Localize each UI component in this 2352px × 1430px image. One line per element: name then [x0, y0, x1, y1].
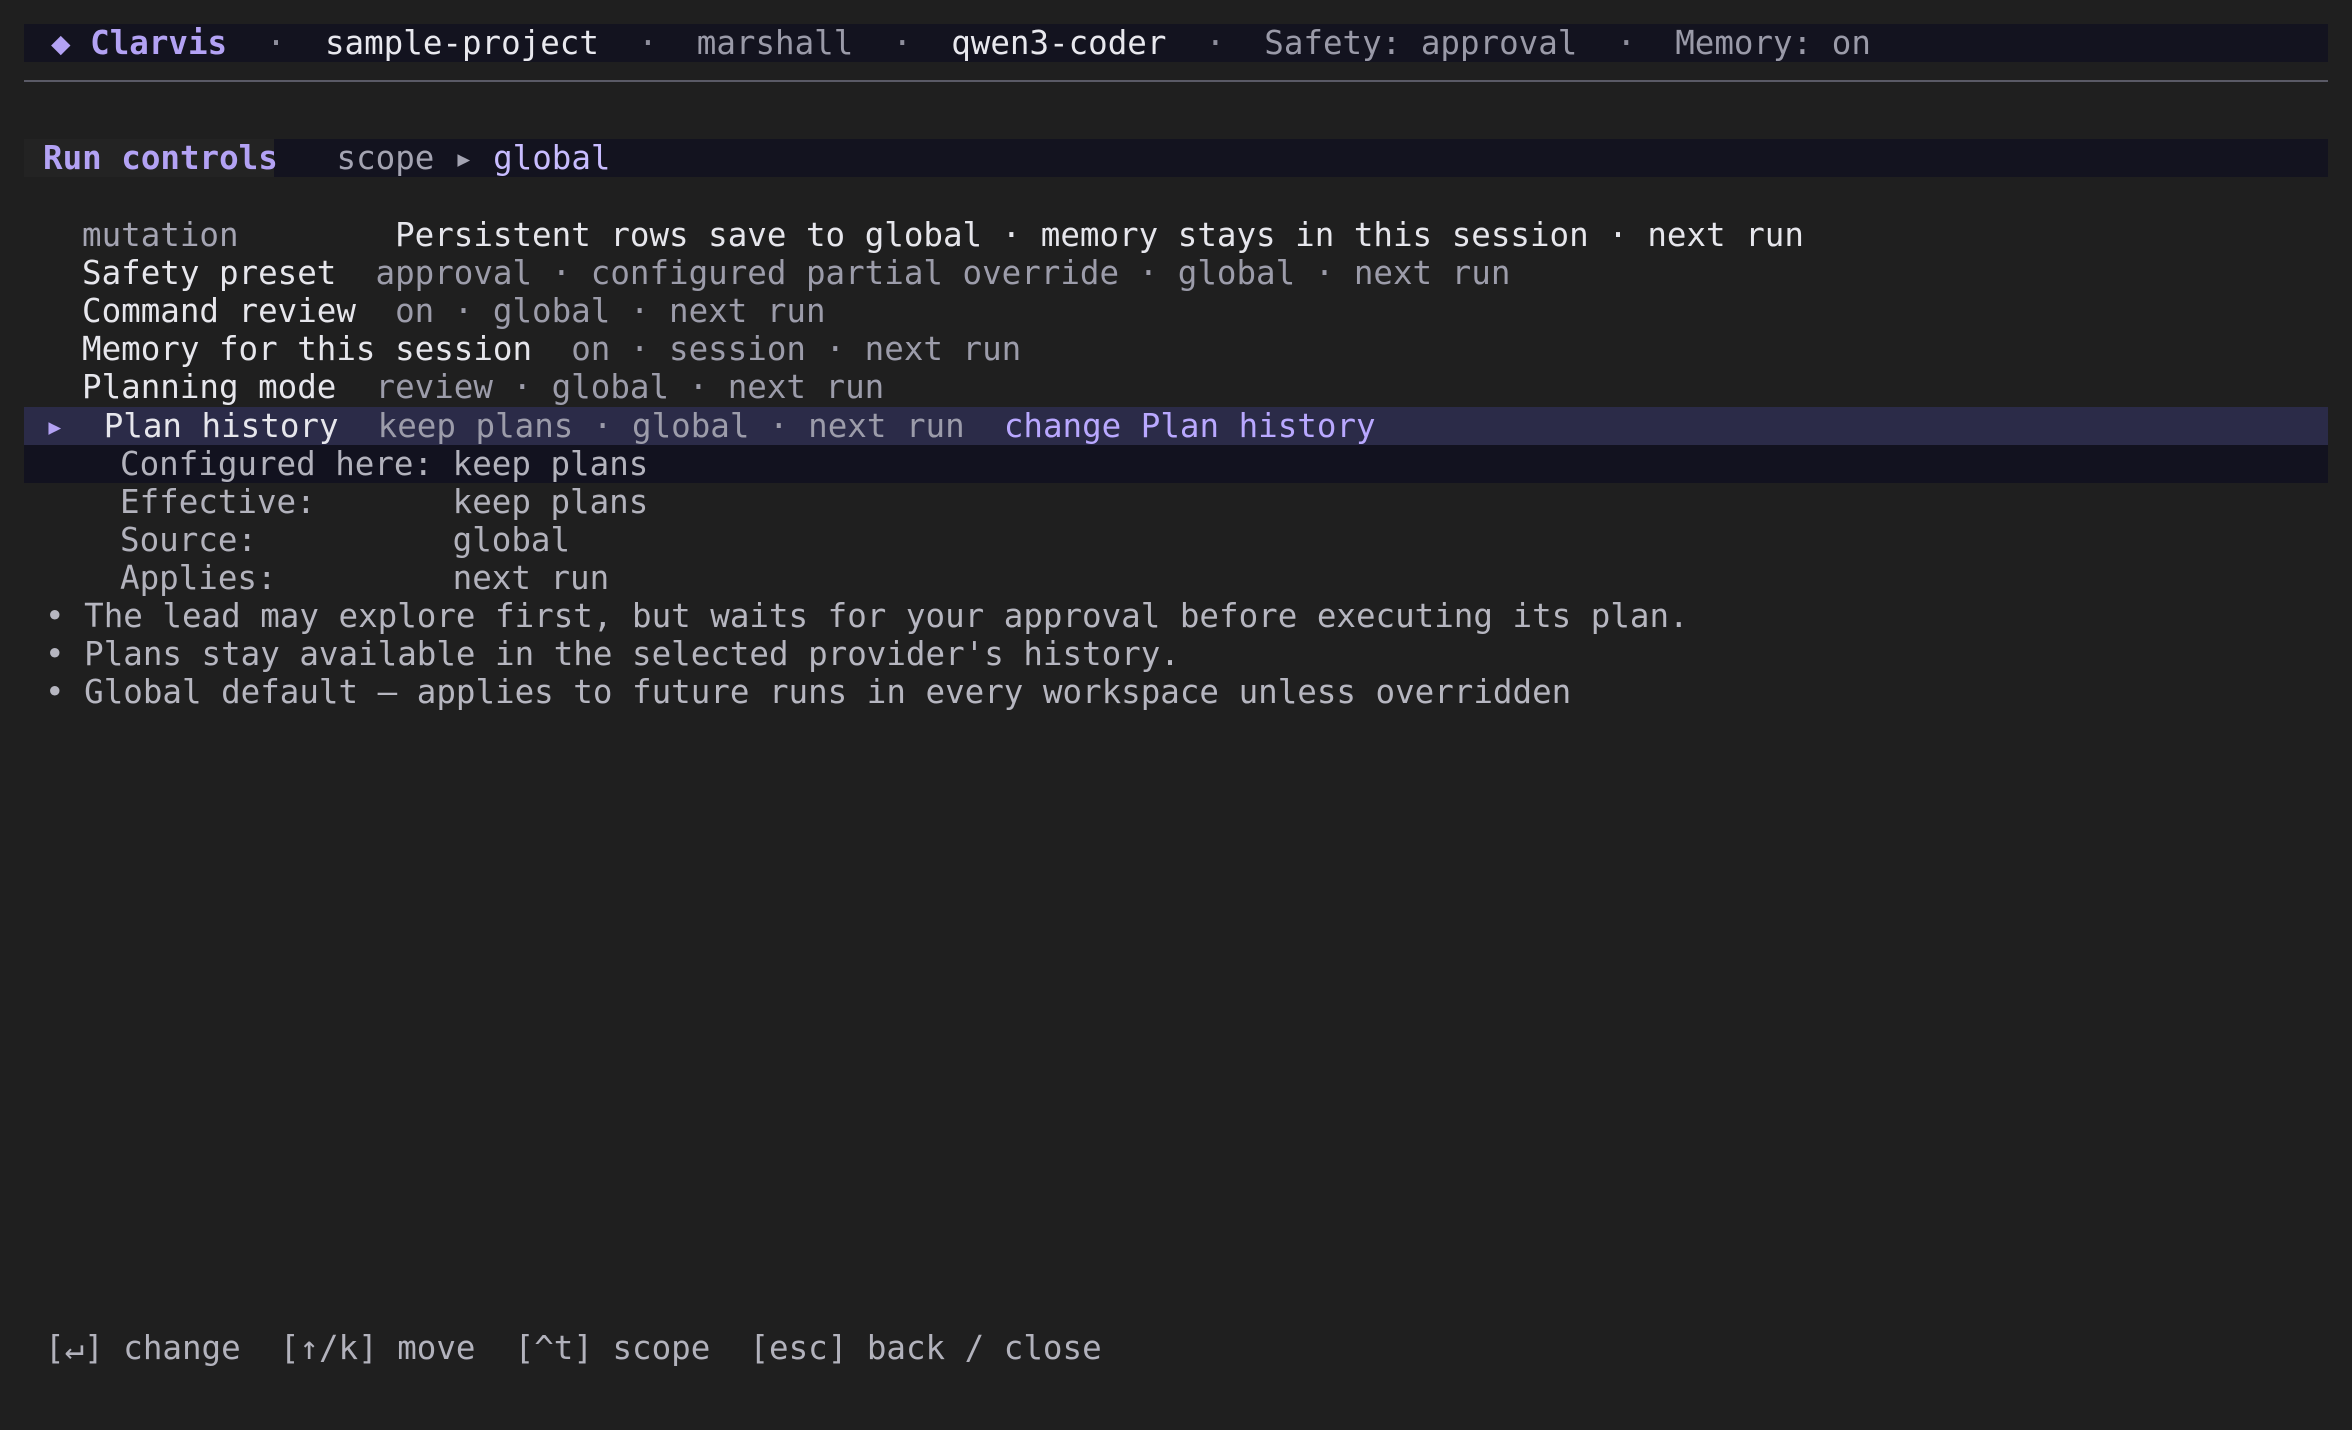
setting-label: Command review	[82, 292, 356, 330]
setting-label: Plan history	[103, 407, 339, 445]
setting-value: review · global · next run	[375, 368, 885, 406]
detail-value: global	[452, 521, 571, 559]
setting-label: Planning mode	[82, 368, 337, 406]
model-name: qwen3-coder	[951, 24, 1167, 62]
detail-effective: Effective: keep plans	[120, 483, 648, 521]
app-name: Clarvis	[90, 24, 228, 62]
memory-status: Memory: on	[1675, 24, 1871, 62]
detail-value: keep plans	[452, 445, 649, 483]
note-item: • The lead may explore first, but waits …	[45, 597, 1689, 635]
hint-back[interactable]: [esc] back / close	[749, 1329, 1101, 1367]
setting-row-command-review[interactable]: Command review on · global · next run	[82, 292, 826, 330]
setting-value: on · global · next run	[395, 292, 826, 330]
separator: ·	[1616, 24, 1637, 62]
setting-row-plan-history[interactable]: ▸ Plan history keep plans · global · nex…	[45, 407, 1376, 445]
setting-row-safety-preset[interactable]: Safety preset approval · configured part…	[82, 254, 1510, 292]
detail-label: Applies:	[120, 559, 277, 597]
project-name: sample-project	[324, 24, 599, 62]
mutation-row: mutation Persistent rows save to global …	[82, 216, 1804, 254]
detail-value: next run	[452, 559, 610, 597]
section-header: Run controls scope ▸ global	[43, 139, 611, 177]
change-plan-history-action[interactable]: change Plan history	[1004, 407, 1376, 445]
hint-scope[interactable]: [^t] scope	[515, 1329, 711, 1367]
setting-row-planning-mode[interactable]: Planning mode review · global · next run	[82, 368, 884, 406]
hint-move[interactable]: [↑/k] move	[280, 1329, 476, 1367]
scope-arrow-icon: ▸	[453, 139, 474, 177]
setting-value: on · session · next run	[571, 330, 1022, 368]
safety-status: Safety: approval	[1264, 24, 1578, 62]
setting-label: Memory for this session	[82, 330, 533, 368]
selection-caret-icon: ▸	[45, 407, 65, 445]
detail-value: keep plans	[452, 483, 649, 521]
detail-applies: Applies: next run	[120, 559, 609, 597]
setting-value: approval · configured partial override ·…	[375, 254, 1511, 292]
note-item: • Global default — applies to future run…	[45, 673, 1572, 711]
scope-label: scope	[336, 139, 435, 177]
note-item: • Plans stay available in the selected p…	[45, 635, 1180, 673]
separator: ·	[638, 24, 658, 62]
separator: ·	[892, 24, 913, 62]
diamond-icon: ◆	[51, 24, 71, 62]
terminal-window: ◆ Clarvis · sample-project · marshall · …	[0, 0, 2352, 1430]
user-name: marshall	[696, 24, 854, 62]
detail-label: Source:	[120, 521, 257, 559]
mutation-text: Persistent rows save to global · memory …	[395, 216, 1804, 254]
separator: ·	[1205, 24, 1226, 62]
key-hints: [↵] change [↑/k] move [^t] scope [esc] b…	[45, 1329, 1102, 1367]
status-header: ◆ Clarvis · sample-project · marshall · …	[51, 24, 1871, 62]
detail-source: Source: global	[120, 521, 570, 559]
setting-value: keep plans · global · next run	[377, 407, 965, 445]
setting-row-memory[interactable]: Memory for this session on · session · n…	[82, 330, 1021, 368]
scope-value[interactable]: global	[493, 139, 610, 177]
detail-configured: Configured here: keep plans	[120, 445, 648, 483]
header-divider	[24, 80, 2328, 82]
separator: ·	[266, 24, 286, 62]
section-title: Run controls	[43, 139, 278, 177]
detail-label: Effective:	[120, 483, 316, 521]
mutation-label: mutation	[82, 216, 239, 254]
hint-change[interactable]: [↵] change	[45, 1329, 241, 1367]
detail-label: Configured here:	[120, 445, 434, 483]
setting-label: Safety preset	[82, 254, 337, 292]
